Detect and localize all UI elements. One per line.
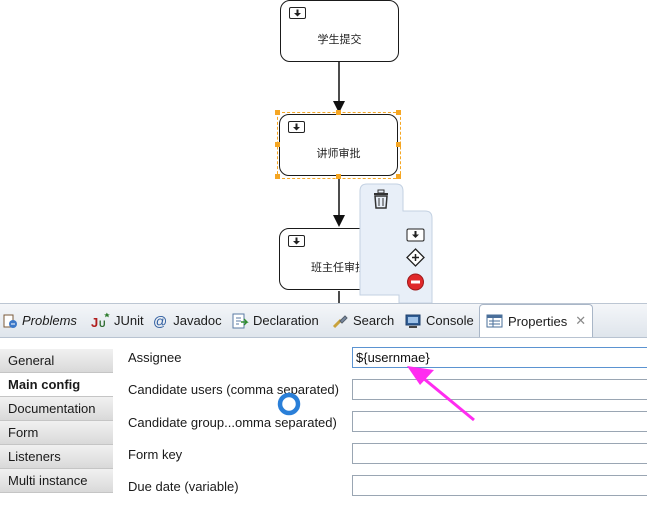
candidate-users-field[interactable] [352, 379, 647, 400]
search-icon [332, 314, 348, 328]
section-form[interactable]: Form [0, 421, 113, 445]
close-icon[interactable]: ✕ [575, 313, 586, 329]
resize-handle[interactable] [275, 142, 280, 147]
user-task-icon [288, 121, 305, 133]
user-task-icon [288, 235, 305, 247]
task-label: 讲师审批 [316, 147, 361, 160]
tab-search[interactable]: Search [331, 304, 394, 337]
form-key-field[interactable] [352, 443, 647, 464]
context-pad [359, 183, 433, 303]
tab-junit[interactable]: J U JUnit [90, 304, 144, 337]
console-icon [405, 314, 421, 328]
svg-text:U: U [99, 319, 106, 329]
resize-handle[interactable] [275, 174, 280, 179]
svg-text:J: J [91, 315, 98, 330]
section-documentation[interactable]: Documentation [0, 397, 113, 421]
form-key-label: Form key [128, 447, 183, 462]
candidate-groups-label: Candidate group...omma separated) [128, 415, 337, 430]
tab-declaration[interactable]: Declaration [231, 304, 319, 337]
resize-handle[interactable] [396, 174, 401, 179]
user-task-selected[interactable]: 讲师审批 [279, 114, 398, 176]
property-sections: General Main config Documentation Form L… [0, 349, 113, 493]
assignee-label: Assignee [128, 350, 182, 365]
append-end-event-icon[interactable] [407, 273, 424, 291]
resize-handle[interactable] [336, 110, 341, 115]
resize-handle[interactable] [396, 110, 401, 115]
section-listeners[interactable]: Listeners [0, 445, 113, 469]
user-task-icon [289, 7, 306, 19]
append-task-icon[interactable] [406, 228, 425, 242]
candidate-groups-field[interactable] [352, 411, 647, 432]
diagram-canvas[interactable]: 学生提交 讲师审批 班主任审批 [0, 0, 647, 303]
resize-handle[interactable] [336, 174, 341, 179]
tab-properties[interactable]: Properties ✕ [479, 304, 594, 337]
tab-label: Properties [508, 313, 568, 329]
section-general[interactable]: General [0, 349, 113, 373]
due-date-field[interactable] [352, 475, 647, 496]
assignee-field[interactable] [352, 347, 647, 368]
resize-handle[interactable] [396, 142, 401, 147]
candidate-users-label: Candidate users (comma separated) [128, 382, 339, 397]
tab-label: Declaration [253, 313, 319, 328]
tab-javadoc[interactable]: @ Javadoc [153, 304, 222, 337]
tab-problems[interactable]: Problems [2, 304, 77, 337]
junit-icon: J U [91, 312, 110, 330]
due-date-label: Due date (variable) [128, 479, 239, 494]
tab-label: Search [353, 313, 395, 328]
tab-label: Problems [22, 313, 77, 328]
properties-icon [486, 314, 503, 328]
section-main-config[interactable]: Main config [0, 373, 113, 397]
javadoc-icon: @ [153, 312, 168, 329]
tab-console[interactable]: Console [404, 304, 474, 337]
tab-label: JUnit [114, 313, 144, 328]
declaration-icon [232, 313, 249, 328]
resize-handle[interactable] [275, 110, 280, 115]
tab-label: Console [426, 313, 474, 328]
problems-icon [3, 314, 17, 328]
user-task[interactable]: 学生提交 [280, 0, 399, 62]
tab-label: Javadoc [173, 313, 222, 328]
properties-panel: Problems J U JUnit @ Javadoc Declaration [0, 303, 647, 505]
section-multi-instance[interactable]: Multi instance [0, 469, 113, 493]
task-label: 学生提交 [317, 33, 362, 46]
view-tab-bar: Problems J U JUnit @ Javadoc Declaration [0, 304, 647, 338]
